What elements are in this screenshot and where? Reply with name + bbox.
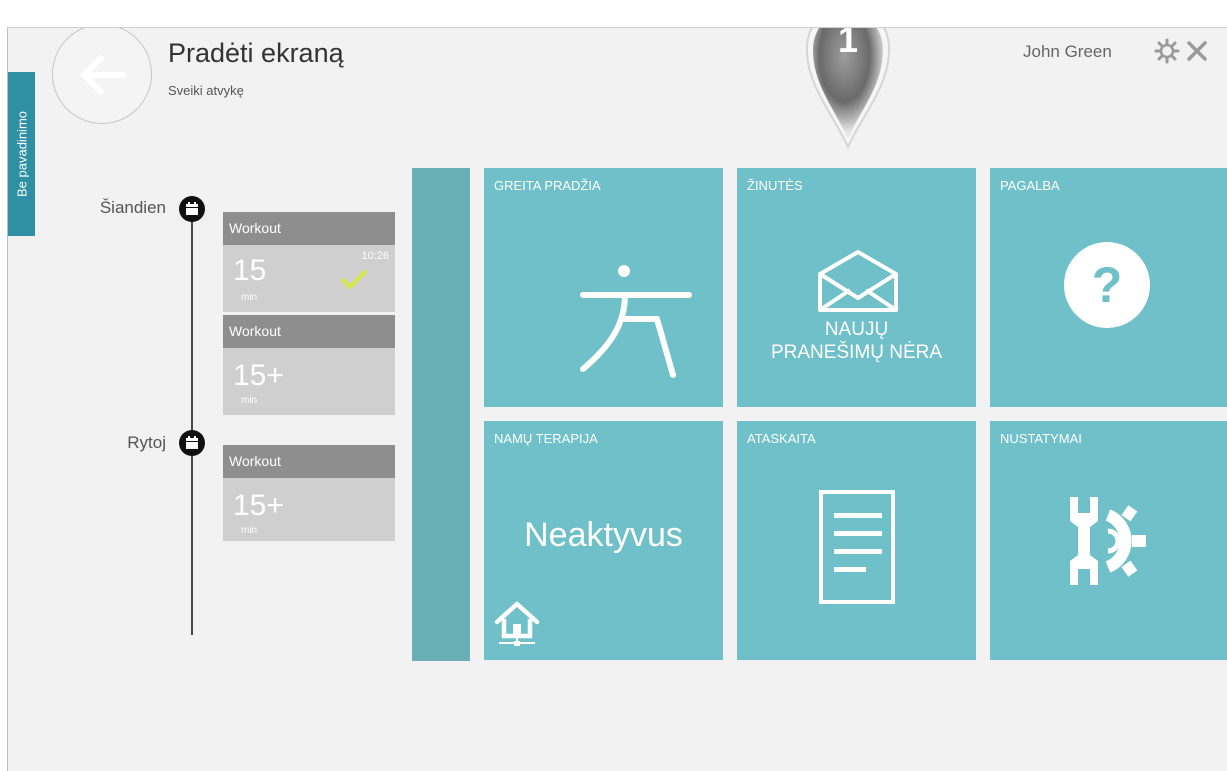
tile-title: ŽINUTĖS [747, 178, 803, 193]
tile-title: NAMŲ TERAPIJA [494, 431, 598, 446]
tile-messages[interactable]: ŽINUTĖS NAUJŲ PRANEŠIMŲ NĖRA [737, 168, 976, 407]
tile-help[interactable]: PAGALBA ? [990, 168, 1227, 407]
question-icon: ? [1064, 242, 1150, 328]
document-icon [819, 490, 895, 604]
workout-duration: 15+ [233, 489, 284, 522]
tools-gear-icon [1070, 497, 1146, 585]
app-window: Be pavadinimo Pradėti ekraną Sveiki atvy… [7, 27, 1227, 771]
workout-time: 10:26 [361, 250, 389, 262]
workout-title: Workout [223, 212, 395, 245]
timeline-line [191, 203, 193, 635]
workout-unit: min [241, 292, 258, 303]
tile-settings[interactable]: NUSTATYMAI [990, 421, 1227, 660]
messages-status-line1: NAUJŲ [824, 319, 889, 340]
tile-report[interactable]: ATASKAITA [737, 421, 976, 660]
home-network-icon [494, 601, 540, 646]
calendar-icon [179, 430, 205, 456]
day-label-today: Šiandien [99, 198, 166, 217]
page-subtitle: Sveiki atvykę [168, 83, 244, 98]
envelope-icon [818, 250, 898, 312]
back-button[interactable] [52, 28, 152, 124]
tile-title: ATASKAITA [747, 431, 816, 446]
annotation-marker-number: 1 [837, 27, 859, 60]
tile-title: PAGALBA [1000, 178, 1060, 193]
workout-card[interactable]: Workout 15+ min [223, 315, 395, 415]
workout-card[interactable]: Workout 10:26 15 min [223, 212, 395, 312]
tile-home-therapy[interactable]: NAMŲ TERAPIJA Neaktyvus [484, 421, 723, 660]
side-tab-label: Be pavadinimo [14, 111, 29, 197]
back-arrow-icon [81, 55, 126, 95]
page-title: Pradėti ekraną [168, 38, 344, 68]
gear-icon[interactable] [1154, 38, 1180, 64]
home-therapy-state: Neaktyvus [524, 516, 683, 554]
workout-unit: min [241, 525, 258, 536]
tile-title: NUSTATYMAI [1000, 431, 1082, 446]
day-label-tomorrow: Rytoj [127, 433, 166, 452]
tile-quick-start[interactable]: GREITA PRADŽIA [484, 168, 723, 407]
messages-status-line2: PRANEŠIMŲ NĖRA [770, 342, 943, 363]
workout-card[interactable]: Workout 15+ min [223, 445, 395, 541]
tile-strip [412, 168, 470, 661]
workout-duration: 15+ [233, 359, 284, 392]
close-icon[interactable] [1186, 40, 1208, 62]
user-name[interactable]: John Green [1023, 42, 1112, 62]
calendar-icon [179, 196, 205, 222]
tile-title: GREITA PRADŽIA [494, 178, 601, 193]
check-icon [341, 270, 367, 289]
workout-unit: min [241, 395, 258, 406]
workout-title: Workout [223, 315, 395, 348]
svg-text:?: ? [1092, 257, 1123, 313]
workout-title: Workout [223, 445, 395, 478]
yoga-pose-icon [580, 265, 692, 378]
workout-duration: 15 [233, 254, 267, 287]
